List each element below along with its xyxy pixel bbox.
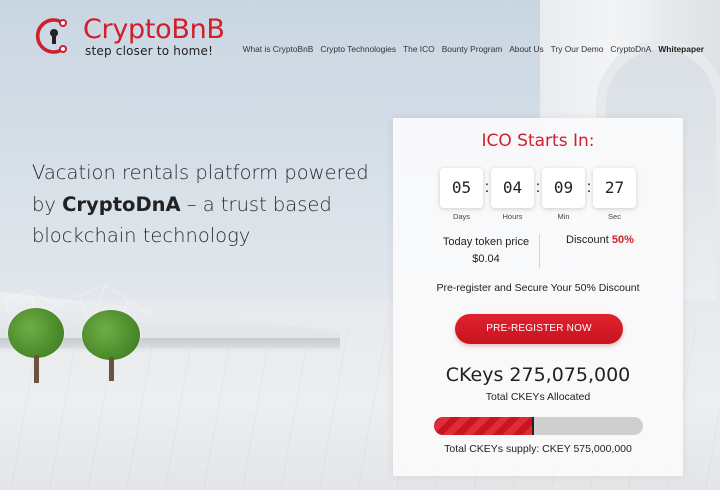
keyhole-logo-icon [35, 18, 67, 54]
brand-name: CryptoBnB [83, 14, 225, 45]
main-nav: What is CryptoBnB Crypto Technologies Th… [243, 44, 704, 54]
countdown-unit: Days [452, 212, 471, 221]
countdown-value: 09 [542, 168, 585, 208]
token-price-value: $0.04 [472, 253, 500, 265]
brand-tagline: step closer to home! [85, 44, 214, 58]
countdown-unit: Min [557, 212, 570, 221]
countdown-value: 05 [440, 168, 483, 208]
hero-heading: Vacation rentals platform powered by Cry… [32, 157, 372, 252]
nav-item-cryptodna[interactable]: CryptoDnA [610, 44, 651, 54]
countdown-separator: : [535, 179, 541, 196]
token-stats: Today token price $0.04 Discount 50% [393, 234, 683, 268]
tree-left [8, 300, 68, 385]
countdown-value: 27 [593, 168, 636, 208]
countdown-days: 05 Days [440, 168, 483, 221]
ckeys-supply-text: Total CKEYs supply: CKEY 575,000,000 [444, 443, 632, 455]
countdown: 05 Days : 04 Hours : 09 Min : 27 Sec [440, 168, 636, 221]
token-price-label: Today token price [442, 236, 530, 248]
countdown-seconds: 27 Sec [593, 168, 636, 221]
allocation-progress-bar [434, 417, 643, 435]
tree-right [82, 305, 144, 385]
pre-register-button[interactable]: PRE-REGISTER NOW [455, 314, 623, 344]
token-price: Today token price $0.04 [431, 234, 541, 268]
countdown-unit: Sec [608, 212, 621, 221]
discount-label: Discount [566, 234, 609, 246]
ico-panel: ICO Starts In: 05 Days : 04 Hours : 09 M… [393, 118, 683, 476]
allocation-progress-fill [434, 417, 534, 435]
countdown-hours: 04 Hours [491, 168, 534, 221]
countdown-value: 04 [491, 168, 534, 208]
nav-item-about-us[interactable]: About Us [509, 44, 543, 54]
nav-item-whitepaper[interactable]: Whitepaper [658, 44, 704, 54]
nav-item-bounty-program[interactable]: Bounty Program [442, 44, 503, 54]
ckeys-allocated-label: Total CKEYs Allocated [485, 391, 591, 403]
ckeys-allocated-amount: CKeys 275,075,000 [445, 364, 631, 386]
ico-title: ICO Starts In: [481, 131, 595, 151]
stats-divider [539, 234, 540, 268]
countdown-unit: Hours [502, 212, 523, 221]
discount: Discount 50% [545, 234, 655, 246]
nav-item-crypto-technologies[interactable]: Crypto Technologies [320, 44, 396, 54]
brand-logo[interactable]: CryptoBnB step closer to home! [33, 14, 233, 60]
nav-item-try-demo[interactable]: Try Our Demo [551, 44, 604, 54]
nav-item-the-ico[interactable]: The ICO [403, 44, 435, 54]
discount-value: 50% [611, 234, 634, 246]
countdown-separator: : [586, 179, 592, 196]
countdown-separator: : [484, 179, 490, 196]
secure-discount-text: Pre-register and Secure Your 50% Discoun… [436, 282, 640, 294]
countdown-minutes: 09 Min [542, 168, 585, 221]
nav-item-what-is[interactable]: What is CryptoBnB [243, 44, 314, 54]
hero-highlight: CryptoDnA [62, 192, 181, 216]
